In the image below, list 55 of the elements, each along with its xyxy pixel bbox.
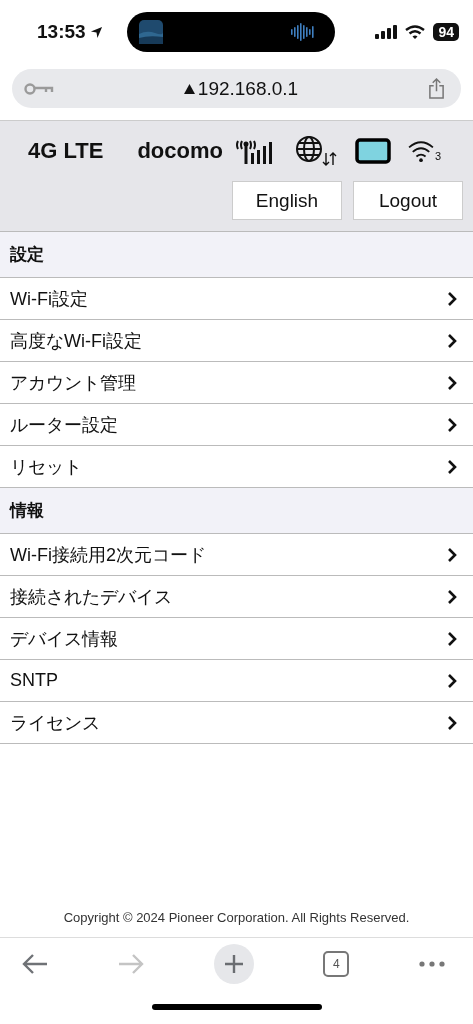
menu-item[interactable]: デバイス情報 bbox=[0, 618, 473, 660]
chevron-right-icon bbox=[447, 672, 457, 689]
chevron-right-icon bbox=[447, 546, 457, 563]
header-button[interactable]: Logout bbox=[353, 181, 463, 220]
copyright-text: Copyright © 2024 Pioneer Corporation. All Rights Reserved. bbox=[62, 910, 411, 927]
cellular-signal-icon bbox=[375, 25, 398, 39]
menu-item[interactable]: Wi-Fi接続用2次元コード bbox=[0, 534, 473, 576]
url-text: 192.168.0.1 bbox=[183, 77, 299, 100]
chevron-right-icon bbox=[447, 588, 457, 605]
battery-icon bbox=[354, 138, 391, 164]
menu-item-label: SNTP bbox=[10, 670, 58, 691]
menu-item-label: デバイス情報 bbox=[10, 627, 118, 651]
menu-item[interactable]: 高度なWi-Fi設定 bbox=[0, 320, 473, 362]
network-type: 4G LTE bbox=[28, 138, 104, 164]
more-icon[interactable] bbox=[419, 961, 445, 967]
section-header: 設定 bbox=[0, 232, 473, 278]
battery-level: 94 bbox=[433, 23, 459, 41]
tab-count-button[interactable]: 4 bbox=[323, 951, 350, 977]
menu-item[interactable]: Wi-Fi設定 bbox=[0, 278, 473, 320]
key-icon bbox=[24, 82, 54, 95]
chevron-right-icon bbox=[447, 290, 457, 307]
section-header: 情報 bbox=[0, 488, 473, 534]
menu-item-label: リセット bbox=[10, 455, 82, 479]
warning-icon bbox=[183, 83, 195, 94]
menu-item[interactable]: ルーター設定 bbox=[0, 404, 473, 446]
status-time: 13:53 bbox=[37, 21, 86, 43]
share-icon[interactable] bbox=[428, 78, 445, 99]
globe-icon bbox=[294, 135, 339, 167]
audio-wave-icon bbox=[290, 22, 315, 42]
back-arrow-icon[interactable] bbox=[22, 953, 48, 975]
menu-item-label: Wi-Fi接続用2次元コード bbox=[10, 543, 206, 567]
chevron-right-icon bbox=[447, 630, 457, 647]
menu-item-label: アカウント管理 bbox=[10, 371, 136, 395]
menu-item-label: ルーター設定 bbox=[10, 413, 118, 437]
chevron-right-icon bbox=[447, 458, 457, 475]
chevron-right-icon bbox=[447, 714, 457, 731]
menu-item-label: ライセンス bbox=[10, 711, 100, 735]
header-button[interactable]: English bbox=[232, 181, 342, 220]
location-arrow-icon bbox=[89, 25, 103, 39]
menu-item-label: 接続されたデバイス bbox=[10, 585, 172, 609]
menu-item-label: Wi-Fi設定 bbox=[10, 287, 88, 311]
menu-item[interactable]: アカウント管理 bbox=[0, 362, 473, 404]
carrier-name: docomo bbox=[137, 138, 223, 164]
menu-item-label: 高度なWi-Fi設定 bbox=[10, 329, 142, 353]
wifi-icon bbox=[405, 25, 426, 39]
new-tab-button[interactable] bbox=[213, 944, 254, 984]
wifi-icon bbox=[406, 140, 435, 162]
client-count: 3 bbox=[434, 150, 442, 162]
address-bar[interactable]: 192.168.0.1 bbox=[12, 69, 461, 108]
chevron-right-icon bbox=[447, 416, 457, 433]
menu-item[interactable]: ライセンス bbox=[0, 702, 473, 744]
chevron-right-icon bbox=[447, 332, 457, 349]
chevron-right-icon bbox=[447, 374, 457, 391]
menu-item[interactable]: 接続されたデバイス bbox=[0, 576, 473, 618]
menu-item[interactable]: SNTP bbox=[0, 660, 473, 702]
